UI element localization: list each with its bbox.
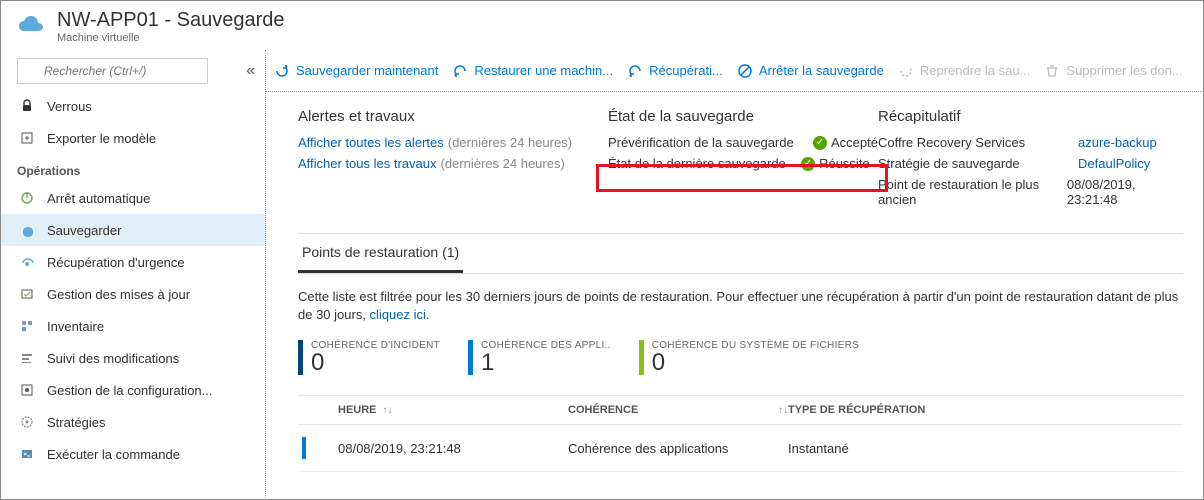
recap-vault-row: Coffre Recovery Services azure-backup [878,135,1183,150]
backup-icon [17,223,37,237]
nav-label: Gestion de la configuration... [47,383,213,398]
tracking-icon [17,351,37,365]
alerts-heading: Alertes et travaux [298,108,608,125]
config-icon [17,383,37,397]
page-title: NW-APP01 - Sauvegarde [57,9,285,32]
recap-policy-link[interactable]: DefaulPolicy [1078,156,1150,171]
nav-exporter-modele[interactable]: Exporter le modèle [1,122,265,154]
status-precheck-row: Prévérification de la sauvegarde ✓ Accep… [608,135,878,150]
nav-recuperation-urgence[interactable]: Récupération d'urgence [1,246,265,278]
metric-crash-consistent: COHÉRENCE D'INCIDENT0 [298,340,440,375]
nav-inventaire[interactable]: Inventaire [1,310,265,342]
success-icon: ✓ [813,136,827,150]
inventory-icon [17,319,37,333]
nav-executer-commande[interactable]: Exécuter la commande [1,438,265,470]
toolbar-label: Récupérati... [649,63,723,78]
stop-icon [737,63,753,79]
table-header: HEURE ↑↓ COHÉRENCE ↑↓ TYPE DE RÉCUPÉRATION [298,395,1183,425]
metric-app-consistent: COHÉRENCE DES APPLI..1 [468,340,611,375]
nav-label: Stratégies [47,415,106,430]
toolbar-label: Supprimer les don... [1066,63,1182,78]
policy-icon [17,415,37,429]
nav-gestion-maj[interactable]: Gestion des mises à jour [1,278,265,310]
cell-heure: 08/08/2019, 23:21:48 [338,441,568,456]
row-indicator [302,437,306,459]
undo-icon [627,63,643,79]
refresh-icon [274,63,290,79]
nav-strategies[interactable]: Stratégies [1,406,265,438]
resume-backup-button: Reprendre la sau... [898,63,1031,79]
delete-data-button: Supprimer les don... [1044,63,1182,79]
nav-arret-automatique[interactable]: Arrêt automatique [1,182,265,214]
cloud-icon [17,14,45,39]
sort-icon[interactable]: ↑↓ [383,405,393,416]
recap-policy-row: Stratégie de sauvegarde DefaulPolicy [878,156,1183,171]
nav-label: Gestion des mises à jour [47,287,190,302]
col-heure[interactable]: HEURE [338,404,377,416]
nav-label: Suivi des modifications [47,351,179,366]
tab-restore-points[interactable]: Points de restauration (1) [298,234,463,273]
toolbar-label: Arrêter la sauvegarde [759,63,884,78]
nav-sauvegarder[interactable]: Sauvegarder [1,214,265,246]
sidebar: « Verrous Exporter le modèle Opérations … [1,50,266,500]
resume-icon [898,63,914,79]
metric-bar [298,340,303,375]
nav-verrous[interactable]: Verrous [1,90,265,122]
export-icon [17,131,37,145]
page-subtitle: Machine virtuelle [57,32,285,44]
metric-fs-consistent: COHÉRENCE DU SYSTÈME DE FICHIERS0 [639,340,859,375]
nav-label: Exporter le modèle [47,131,156,146]
undo-icon [452,63,468,79]
page-header: NW-APP01 - Sauvegarde Machine virtuelle [1,1,1203,50]
toolbar-label: Reprendre la sau... [920,63,1031,78]
table-row[interactable]: 08/08/2019, 23:21:48 Cohérence des appli… [298,425,1183,472]
recap-oldest-row: Point de restauration le plus ancien 08/… [878,177,1183,207]
file-recovery-button[interactable]: Récupérati... [627,63,723,79]
highlight-box [596,164,888,192]
collapse-sidebar-icon[interactable]: « [246,62,255,80]
nav-label: Verrous [47,99,92,114]
power-icon [17,191,37,205]
cell-type: Instantané [788,441,1183,456]
sort-icon[interactable]: ↑↓ [778,405,788,416]
nav-gestion-configuration[interactable]: Gestion de la configuration... [1,374,265,406]
nav-label: Arrêt automatique [47,191,150,206]
nav-section-operations: Opérations [1,154,265,182]
filter-note: Cette liste est filtrée pour les 30 dern… [298,288,1183,324]
metrics: COHÉRENCE D'INCIDENT0 COHÉRENCE DES APPL… [298,340,1183,375]
metric-bar [468,340,473,375]
status-heading: État de la sauvegarde [608,108,878,125]
toolbar: Sauvegarder maintenant Restaurer une mac… [266,50,1203,92]
toolbar-label: Restaurer une machin... [474,63,613,78]
nav-suivi-modifications[interactable]: Suivi des modifications [1,342,265,374]
stop-backup-button[interactable]: Arrêter la sauvegarde [737,63,884,79]
run-icon [17,447,37,461]
backup-now-button[interactable]: Sauvegarder maintenant [274,63,438,79]
tabs: Points de restauration (1) [298,234,1183,274]
updates-icon [17,287,37,301]
toolbar-label: Sauvegarder maintenant [296,63,438,78]
nav-label: Inventaire [47,319,104,334]
cell-coherence: Cohérence des applications [568,441,788,456]
trash-icon [1044,63,1060,79]
recovery-icon [17,255,37,269]
restore-vm-button[interactable]: Restaurer une machin... [452,63,613,79]
recap-heading: Récapitulatif [878,108,1183,125]
view-all-jobs-link[interactable]: Afficher tous les travaux (dernières 24 … [298,156,608,171]
lock-icon [17,99,37,113]
view-all-alerts-link[interactable]: Afficher toutes les alertes (dernières 2… [298,135,608,150]
nav-label: Récupération d'urgence [47,255,185,270]
metric-bar [639,340,644,375]
recap-vault-link[interactable]: azure-backup [1078,135,1157,150]
nav-label: Exécuter la commande [47,447,180,462]
click-here-link[interactable]: cliquez ici [370,307,426,322]
search-input[interactable] [17,58,208,84]
col-type[interactable]: TYPE DE RÉCUPÉRATION [788,404,925,416]
col-coherence[interactable]: COHÉRENCE [568,404,638,416]
nav-label: Sauvegarder [47,223,121,238]
